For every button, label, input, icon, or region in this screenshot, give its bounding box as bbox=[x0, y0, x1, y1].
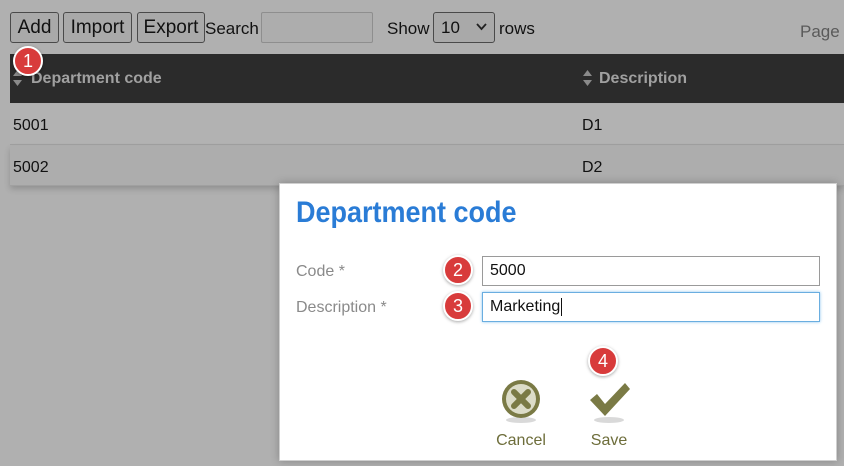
table-row[interactable]: 5002 D2 bbox=[10, 146, 844, 186]
step-marker-1: 1 bbox=[13, 46, 43, 76]
description-value: Marketing bbox=[490, 298, 561, 315]
cancel-label: Cancel bbox=[496, 432, 546, 449]
cell-description: D1 bbox=[582, 117, 603, 134]
code-label: Code * bbox=[296, 263, 345, 280]
cancel-button[interactable]: Cancel bbox=[486, 378, 556, 450]
table-row[interactable]: 5001 D1 bbox=[10, 104, 844, 145]
description-label: Description * bbox=[296, 299, 387, 316]
rows-per-page-value: 10 bbox=[441, 17, 460, 37]
step-marker-3: 3 bbox=[443, 291, 473, 321]
code-field[interactable]: 5000 bbox=[482, 256, 820, 286]
search-input[interactable] bbox=[261, 12, 373, 43]
step-marker-2: 2 bbox=[443, 255, 473, 285]
cell-department-code: 5001 bbox=[13, 117, 49, 134]
rows-per-page-select[interactable]: 10 bbox=[433, 12, 495, 43]
rows-label: rows bbox=[499, 19, 535, 38]
step-marker-4: 4 bbox=[588, 346, 618, 376]
table-header: Department code Description bbox=[10, 54, 844, 103]
cell-department-code: 5002 bbox=[13, 159, 49, 176]
cell-description: D2 bbox=[582, 159, 603, 176]
toolbar: Add Import Export Search Show 10 rows Pa… bbox=[0, 0, 844, 50]
save-check-icon bbox=[590, 383, 630, 423]
export-button[interactable]: Export bbox=[137, 12, 205, 43]
code-value: 5000 bbox=[490, 262, 526, 279]
sort-icon[interactable] bbox=[582, 69, 593, 87]
column-header-department-code[interactable]: Department code bbox=[31, 70, 162, 88]
text-caret bbox=[561, 298, 563, 316]
chevron-down-icon bbox=[476, 23, 487, 31]
column-header-description[interactable]: Description bbox=[599, 70, 687, 88]
save-label: Save bbox=[590, 432, 628, 449]
add-button[interactable]: Add bbox=[10, 12, 59, 43]
page-label: Page bbox=[800, 22, 840, 41]
show-label: Show bbox=[387, 19, 430, 38]
department-code-dialog: Department code Code * 5000 Description … bbox=[279, 183, 837, 461]
search-label: Search bbox=[205, 19, 259, 38]
dialog-title: Department code bbox=[296, 196, 517, 229]
cancel-x-icon bbox=[502, 380, 540, 423]
description-field[interactable]: Marketing bbox=[482, 292, 820, 322]
import-button[interactable]: Import bbox=[63, 12, 132, 43]
save-button[interactable]: Save bbox=[574, 378, 644, 450]
